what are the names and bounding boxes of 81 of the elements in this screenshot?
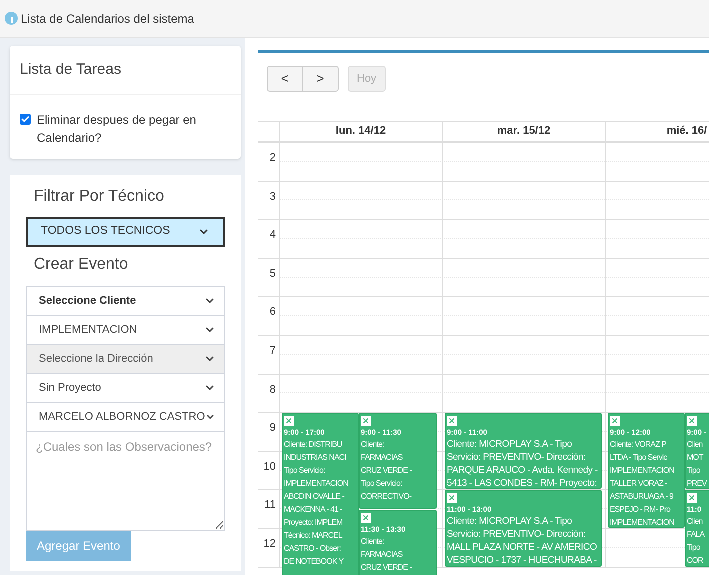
event-text: PREV [687, 478, 707, 488]
event-text: Cliente: [361, 536, 384, 548]
event-text: Clien [687, 439, 703, 452]
event-text: MACKENNA - 41 - [284, 504, 342, 516]
remove-icon[interactable] [447, 493, 457, 504]
hour-label: 12 [264, 538, 276, 550]
event-text: Cliente: [361, 439, 384, 452]
event-text: DE NOTEBOOK Y [284, 556, 344, 568]
event-text: CASTRO - Obser: [284, 543, 341, 556]
event-text: COR [687, 555, 704, 566]
technician-select[interactable]: TODOS LOS TECNICOS [26, 217, 225, 247]
checkbox[interactable] [20, 114, 31, 125]
event-text: CORRECTIVO- [361, 491, 412, 504]
observations-field[interactable]: ¿Cuales son las Observaciones? [26, 431, 225, 531]
event-text: Técnico: MARCEL [284, 530, 342, 542]
event-text: Tipo [687, 542, 700, 554]
checkbox-label: Eliminar despues de pegar en Calendario? [37, 112, 198, 147]
event-text: TALLER VORAZ - [610, 478, 668, 490]
hour-label: 8 [270, 384, 276, 396]
info-icon [5, 12, 18, 25]
hour-label: 9 [270, 422, 276, 434]
section-title: Filtrar Por Técnico [33, 187, 166, 207]
remove-icon[interactable] [687, 493, 697, 504]
event-text: ASTABURUAGA - 9 [610, 491, 674, 504]
event-text: Cliente: VORAZ P [610, 439, 666, 452]
hour-label: 5 [270, 268, 276, 280]
select-field[interactable]: MARCELO ALBORNOZ CASTRO [26, 402, 225, 432]
event-text: PARQUE ARAUCO - Avda. Kennedy - [447, 464, 598, 478]
next-button[interactable]: > [303, 66, 339, 92]
event-text: Servicio: PREVENTIVO- Dirección: [447, 451, 586, 464]
event-text: FALA [687, 529, 705, 542]
event-text: IMPLEMENTACION [610, 465, 674, 478]
hour-label: 4 [270, 229, 276, 242]
hour-label: 10 [264, 460, 276, 473]
hour-label: 6 [270, 306, 276, 318]
event-text: Servicio: PREVENTIVO- Dirección: [447, 528, 586, 542]
remove-icon[interactable] [610, 416, 620, 426]
event-text: VESPUCIO - 1737 - HUECHURABA - [447, 554, 597, 566]
previous-button[interactable]: < [267, 66, 303, 92]
event-text: ABCDIN OVALLE - [284, 491, 344, 504]
event-text: Proyecto: IMPLEM [284, 517, 343, 530]
event-text: CRUZ VERDE - [361, 562, 412, 574]
hour-label: 7 [270, 344, 276, 357]
page-title: Lista de Calendarios del sistema [21, 10, 194, 28]
event-text: Tipo Servicio: [284, 465, 326, 478]
remove-icon[interactable] [361, 512, 371, 523]
event-text: FARMACIAS [361, 548, 403, 561]
event-text: Clien [687, 516, 703, 528]
add-event-button[interactable]: Agregar Evento [26, 531, 132, 561]
hour-label: 3 [270, 190, 276, 203]
section-title: Crear Evento [33, 255, 130, 275]
event-text: Cliente: MICROPLAY S.A - Tipo [447, 515, 572, 528]
day-header: lun. 14/12 [280, 122, 443, 141]
card-title: Lista de Tareas [20, 61, 122, 78]
remove-icon[interactable] [687, 416, 697, 426]
event-text: IMPLEMENTACION [284, 478, 348, 490]
day-header: mié. 16/ [606, 122, 709, 141]
event-text: CRUZ VERDE - [361, 465, 412, 478]
event-text: 5413 - LAS CONDES - RM- Proyecto: [447, 477, 598, 488]
event-text: LTDA - Tipo Servic [610, 452, 668, 464]
event-text: ESPEJO - RM- Pro [610, 504, 670, 516]
remove-icon[interactable] [284, 416, 294, 426]
remove-icon[interactable] [361, 416, 371, 426]
hour-label: 11 [264, 499, 276, 512]
event-text: FARMACIAS [361, 452, 403, 464]
day-header: mar. 15/12 [443, 122, 606, 141]
event-text: Cliente: MICROPLAY S.A - Tipo [447, 438, 572, 452]
select-field[interactable]: IMPLEMENTACION [26, 315, 225, 345]
event-text: MOT [687, 452, 704, 464]
event-text: IMPLEMENTACION [610, 517, 674, 527]
event-text: INDUSTRIAS NACI [284, 452, 346, 464]
event-text: Tipo Servicio: [361, 478, 402, 490]
select-field[interactable]: Seleccione Cliente [26, 286, 225, 316]
select-field[interactable]: Sin Proyecto [26, 373, 225, 403]
event-text: MALL PLAZA NORTE - AV AMERICO [447, 541, 598, 554]
hour-label: 2 [270, 152, 276, 164]
event-text: Tipo [687, 465, 700, 478]
event-text: Cliente: DISTRIBU [284, 439, 342, 452]
remove-icon[interactable] [447, 416, 457, 426]
select-field[interactable]: Seleccione la Dirección [26, 344, 225, 374]
today-button[interactable]: Hoy [348, 66, 386, 92]
